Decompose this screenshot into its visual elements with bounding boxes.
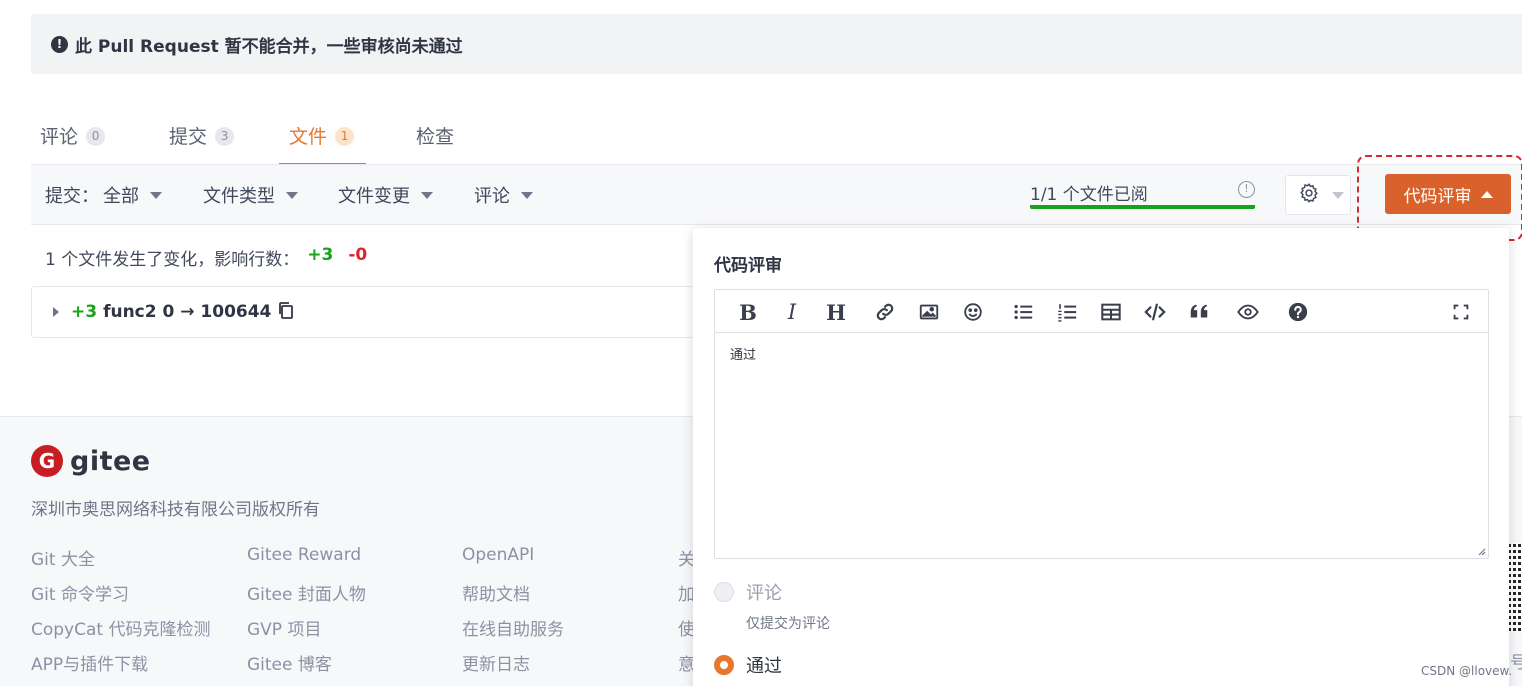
emoji-icon[interactable] bbox=[960, 299, 986, 325]
bullet-list-icon[interactable] bbox=[1010, 299, 1036, 325]
qr-code-pattern bbox=[1508, 543, 1522, 631]
tab-label: 文件 bbox=[289, 126, 328, 148]
footer-link[interactable]: GVP 项目 bbox=[247, 615, 366, 650]
file-type-label: 文件类型 bbox=[203, 186, 275, 207]
radio-approve[interactable] bbox=[714, 655, 734, 675]
tab-checks[interactable]: 检查 bbox=[366, 108, 456, 165]
tab-comments[interactable]: 评论 0 bbox=[31, 108, 160, 165]
info-icon[interactable]: ! bbox=[1238, 181, 1255, 198]
table-icon[interactable] bbox=[1098, 299, 1124, 325]
commits-filter-value: 全部 bbox=[103, 186, 139, 207]
help-icon[interactable] bbox=[1285, 299, 1311, 325]
commits-filter-label: 提交： bbox=[45, 186, 99, 207]
quote-icon[interactable] bbox=[1186, 299, 1212, 325]
footer-link[interactable]: Git 命令学习 bbox=[31, 580, 210, 615]
radio-comment-hint: 仅提交为评论 bbox=[746, 616, 830, 632]
commits-filter-dropdown[interactable]: 提交： 全部 bbox=[45, 182, 162, 208]
merge-warning-text: 此 Pull Request 暂不能合并，一些审核尚未通过 bbox=[75, 36, 463, 57]
review-option-comment[interactable]: 评论 bbox=[714, 579, 782, 605]
change-summary: 1 个文件发生了变化，影响行数： +3 -0 bbox=[45, 245, 367, 270]
file-filter-bar: 提交： 全部 文件类型 文件变更 评论 1/1 个文件已阅 ! bbox=[31, 164, 1522, 225]
footer-link[interactable]: Git 大全 bbox=[31, 545, 210, 580]
panel-title: 代码评审 bbox=[714, 256, 782, 276]
chevron-down-icon bbox=[150, 191, 162, 199]
chevron-down-icon bbox=[421, 191, 433, 199]
chevron-down-icon bbox=[286, 191, 298, 199]
code-review-panel: 代码评审 B I H 通过 评论 仅提交为评论 通过 bbox=[693, 228, 1509, 686]
gitee-logo-text: gitee bbox=[70, 445, 151, 477]
lines-removed: -0 bbox=[348, 245, 368, 265]
footer-links-col-3: OpenAPI 帮助文档 在线自助服务 更新日志 bbox=[462, 545, 564, 685]
gitee-logo[interactable]: G gitee bbox=[31, 445, 151, 477]
code-review-button[interactable]: 代码评审 bbox=[1385, 174, 1511, 214]
file-change-label: 文件变更 bbox=[338, 186, 410, 207]
radio-comment[interactable] bbox=[714, 582, 734, 602]
image-icon[interactable] bbox=[916, 299, 942, 325]
footer-link[interactable]: Gitee Reward bbox=[247, 545, 366, 580]
diff-settings-button[interactable] bbox=[1285, 175, 1351, 215]
italic-icon[interactable]: I bbox=[779, 299, 805, 325]
resize-handle-icon[interactable] bbox=[1476, 546, 1486, 556]
footer-link[interactable]: CopyCat 代码克隆检测 bbox=[31, 615, 210, 650]
company-copyright: 深圳市奥思网络科技有限公司版权所有 bbox=[31, 500, 320, 520]
comments-filter-dropdown[interactable]: 评论 bbox=[474, 182, 533, 208]
gitee-logo-icon: G bbox=[31, 445, 63, 477]
fullscreen-icon[interactable] bbox=[1448, 299, 1474, 325]
file-lines-added: +3 bbox=[71, 302, 98, 322]
code-icon[interactable] bbox=[1142, 299, 1168, 325]
tab-label: 评论 bbox=[40, 126, 79, 148]
tab-count-badge: 0 bbox=[86, 127, 106, 146]
change-summary-text: 1 个文件发生了变化，影响行数： bbox=[45, 250, 300, 270]
footer-link[interactable]: 在线自助服务 bbox=[462, 615, 564, 650]
copy-icon[interactable] bbox=[277, 301, 294, 324]
editor-toolbar: B I H bbox=[715, 290, 1488, 333]
radio-approve-label: 通过 bbox=[746, 656, 782, 677]
review-editor[interactable]: B I H 通过 bbox=[714, 289, 1489, 559]
pr-tabs: 评论 0 提交 3 文件 1 检查 bbox=[31, 108, 456, 165]
footer-links-col-1: Git 大全 Git 命令学习 CopyCat 代码克隆检测 APP与插件下载 bbox=[31, 545, 210, 685]
review-editor-text[interactable]: 通过 bbox=[730, 344, 756, 363]
gear-icon bbox=[1298, 182, 1320, 208]
footer-links-col-2: Gitee Reward Gitee 封面人物 GVP 项目 Gitee 博客 bbox=[247, 545, 366, 685]
file-diff-row[interactable]: +3 func2 0 → 100644 bbox=[31, 286, 731, 338]
radio-comment-label: 评论 bbox=[746, 583, 782, 604]
file-type-dropdown[interactable]: 文件类型 bbox=[203, 182, 298, 208]
files-viewed-text: 1/1 个文件已阅 bbox=[1030, 185, 1148, 205]
tab-label: 提交 bbox=[169, 126, 208, 148]
tab-count-badge: 1 bbox=[335, 127, 355, 146]
footer-link[interactable]: 帮助文档 bbox=[462, 580, 564, 615]
chevron-down-icon bbox=[1332, 191, 1344, 199]
review-option-approve[interactable]: 通过 bbox=[714, 652, 782, 678]
link-icon[interactable] bbox=[872, 299, 898, 325]
files-viewed-progress: 1/1 个文件已阅 ! bbox=[1030, 179, 1255, 209]
tab-label: 检查 bbox=[416, 126, 455, 148]
numbered-list-icon[interactable] bbox=[1054, 299, 1080, 325]
tab-commits[interactable]: 提交 3 bbox=[160, 108, 279, 165]
chevron-up-icon bbox=[1480, 190, 1493, 198]
lines-added: +3 bbox=[307, 245, 334, 265]
merge-warning-banner: ! 此 Pull Request 暂不能合并，一些审核尚未通过 bbox=[31, 14, 1522, 74]
code-review-button-label: 代码评审 bbox=[1403, 186, 1472, 207]
comments-filter-label: 评论 bbox=[474, 186, 510, 207]
file-name: func2 0 → 100644 bbox=[103, 302, 272, 322]
heading-icon[interactable]: H bbox=[823, 299, 849, 325]
preview-icon[interactable] bbox=[1235, 299, 1261, 325]
expand-caret-icon[interactable] bbox=[53, 307, 59, 317]
footer-link[interactable]: Gitee 博客 bbox=[247, 650, 366, 685]
chevron-down-icon bbox=[521, 191, 533, 199]
footer-link[interactable]: APP与插件下载 bbox=[31, 650, 210, 685]
tab-files[interactable]: 文件 1 bbox=[279, 108, 366, 165]
file-change-dropdown[interactable]: 文件变更 bbox=[338, 182, 433, 208]
tab-count-badge: 3 bbox=[215, 127, 235, 146]
footer-link[interactable]: Gitee 封面人物 bbox=[247, 580, 366, 615]
footer-link[interactable]: OpenAPI bbox=[462, 545, 564, 580]
csdn-watermark: CSDN @llovew. bbox=[1421, 664, 1513, 678]
exclamation-icon: ! bbox=[51, 35, 68, 53]
bold-icon[interactable]: B bbox=[735, 299, 761, 325]
footer-link[interactable]: 更新日志 bbox=[462, 650, 564, 685]
